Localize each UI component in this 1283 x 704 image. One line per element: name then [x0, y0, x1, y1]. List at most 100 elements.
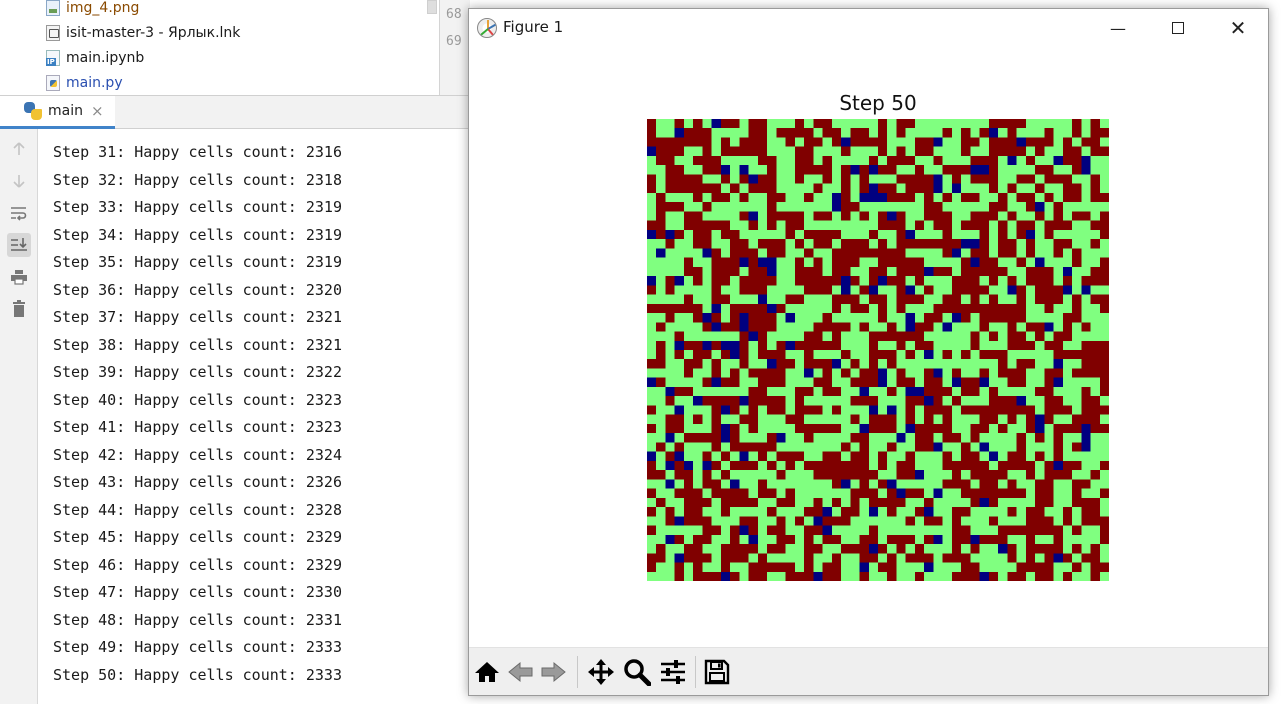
subplots-config-icon[interactable]: [657, 656, 689, 688]
grid-cell: [776, 229, 786, 240]
grid-cell: [767, 534, 777, 545]
tree-scrollbar[interactable]: [427, 0, 437, 14]
grid-cell: [1025, 137, 1036, 148]
scroll-to-end-icon[interactable]: [7, 233, 31, 257]
grid-cell: [693, 553, 703, 563]
grid-cell: [711, 516, 722, 526]
grid-cell: [767, 303, 777, 314]
minimize-button[interactable]: —: [1088, 9, 1148, 47]
grid-cell: [794, 340, 805, 351]
grid-cell: [942, 396, 953, 406]
grid-cell: [804, 239, 814, 249]
grid-cell: [748, 119, 759, 129]
tree-item-main-ipynb[interactable]: IP main.ipynb: [46, 47, 144, 69]
grid-cell: [998, 220, 1008, 231]
grid-cell: [905, 229, 916, 240]
grid-cell: [1099, 220, 1109, 231]
pan-icon[interactable]: [585, 656, 617, 688]
grid-cell: [822, 350, 833, 360]
grid-cell: [702, 192, 712, 203]
grid-cell: [804, 562, 814, 573]
grid-cell: [998, 294, 1008, 305]
grid-cell: [831, 192, 842, 203]
grid-cell: [1025, 276, 1036, 286]
grid-cell: [656, 331, 666, 342]
print-icon[interactable]: [7, 265, 31, 289]
grid-cell: [979, 303, 990, 314]
grid-cell: [859, 257, 870, 268]
trash-icon[interactable]: [7, 297, 31, 321]
console-output[interactable]: Step 31: Happy cells count: 2316 Step 32:…: [38, 129, 470, 704]
figure-canvas[interactable]: Step 50: [469, 47, 1268, 647]
grid-cell: [914, 460, 925, 471]
grid-cell: [1099, 488, 1109, 499]
down-arrow-icon[interactable]: [7, 169, 31, 193]
grid-cell: [776, 322, 786, 332]
grid-cell: [785, 377, 796, 388]
grid-cell: [831, 534, 842, 545]
grid-cell: [702, 146, 712, 157]
grid-cell: [998, 146, 1008, 157]
figure-titlebar[interactable]: Figure 1 — ✕: [469, 9, 1268, 47]
grid-cell: [739, 266, 749, 277]
grid-cell: [674, 322, 685, 332]
grid-cell: [887, 396, 897, 406]
grid-cell: [1044, 507, 1054, 517]
grid-cell: [822, 562, 833, 573]
grid-cell: [961, 507, 971, 517]
grid-cell: [702, 396, 712, 406]
grid-cell: [647, 248, 657, 258]
grid-cell: [785, 386, 796, 397]
grid-cell: [878, 155, 888, 166]
soft-wrap-icon[interactable]: [7, 201, 31, 225]
grid-cell: [998, 285, 1008, 295]
grid-cell: [674, 303, 685, 314]
zoom-icon[interactable]: [621, 656, 653, 688]
grid-cell: [748, 192, 759, 203]
grid-cell: [859, 571, 870, 581]
back-arrow-icon[interactable]: [505, 656, 537, 688]
grid-cell: [970, 303, 980, 314]
grid-cell: [711, 414, 722, 425]
grid-cell: [1053, 137, 1064, 148]
grid-cell: [674, 340, 685, 351]
grid-cell: [785, 433, 796, 443]
run-tab-main[interactable]: main ×: [0, 96, 115, 129]
maximize-button[interactable]: [1148, 9, 1208, 47]
grid-cell: [988, 294, 999, 305]
tree-item-main-py[interactable]: main.py: [46, 72, 123, 94]
tree-item-shortcut[interactable]: isit-master-3 - Ярлык.lnk: [46, 22, 240, 44]
grid-cell: [914, 202, 925, 212]
grid-cell: [1025, 359, 1036, 369]
grid-cell: [785, 211, 796, 221]
up-arrow-icon[interactable]: [7, 137, 31, 161]
forward-arrow-icon[interactable]: [537, 656, 569, 688]
home-icon[interactable]: [471, 656, 503, 688]
save-icon[interactable]: [701, 656, 733, 688]
grid-cell: [979, 544, 990, 554]
grid-cell: [988, 544, 999, 554]
grid-cell: [665, 340, 676, 351]
grid-cell: [896, 266, 907, 277]
tree-item-img4[interactable]: img_4.png: [46, 0, 139, 19]
grid-cell: [1016, 165, 1027, 175]
grid-cell: [822, 386, 833, 397]
grid-cell: [887, 562, 897, 573]
grid-cell: [767, 544, 777, 554]
grid-cell: [665, 359, 676, 369]
grid-cell: [933, 257, 943, 268]
grid-cell: [767, 174, 777, 184]
grid-cell: [794, 257, 805, 268]
close-button[interactable]: ✕: [1208, 9, 1268, 47]
grid-cell: [951, 322, 962, 332]
grid-cell: [785, 266, 796, 277]
grid-cell: [1035, 174, 1045, 184]
grid-cell: [905, 534, 916, 545]
grid-cell: [674, 313, 685, 323]
grid-cell: [914, 239, 925, 249]
close-icon[interactable]: ×: [91, 102, 104, 120]
grid-cell: [767, 165, 777, 175]
grid-cell: [878, 377, 888, 388]
grid-cell: [831, 479, 842, 489]
grid-cell: [831, 553, 842, 563]
